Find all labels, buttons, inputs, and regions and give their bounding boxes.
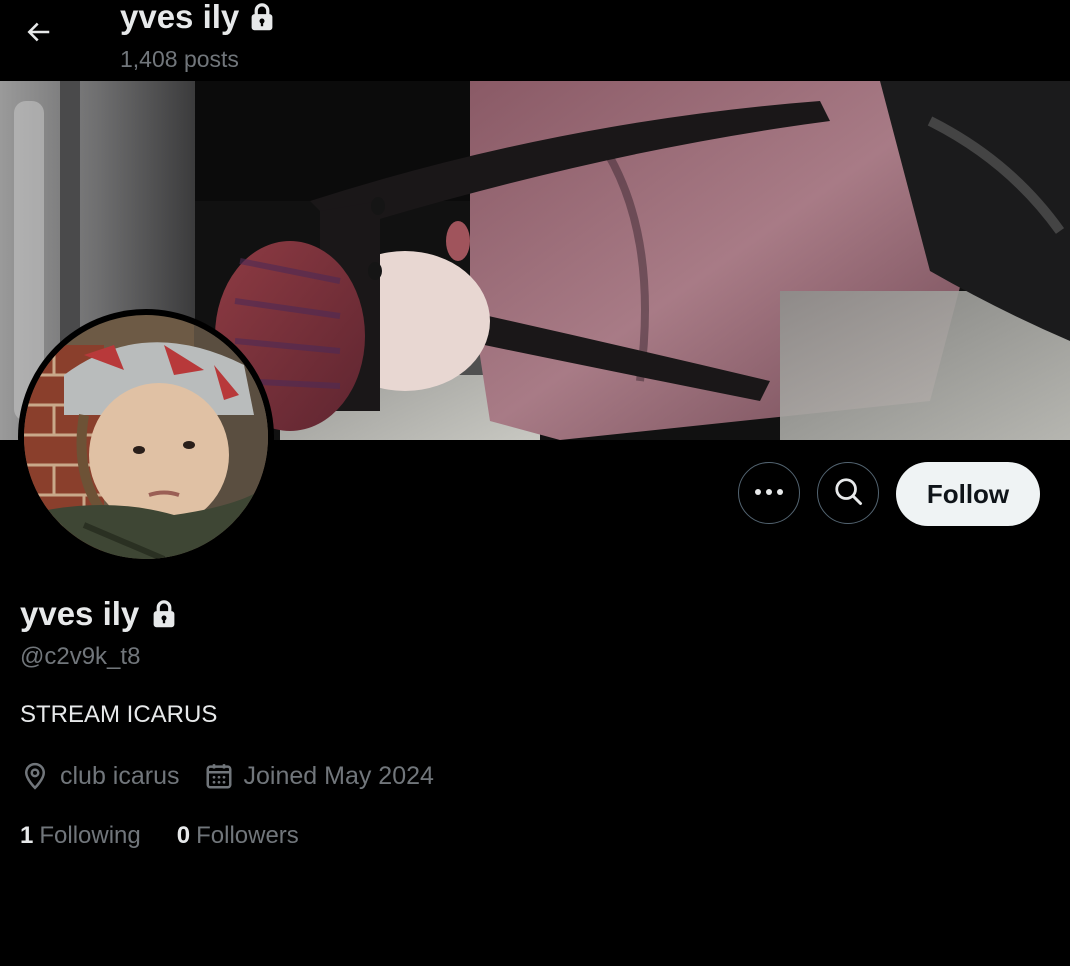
location-pin-icon xyxy=(20,761,50,791)
following-link[interactable]: 1 Following xyxy=(20,820,141,852)
header-name: yves ily xyxy=(120,0,240,35)
search-posts-button[interactable] xyxy=(817,462,879,524)
header-title: yves ily xyxy=(120,0,275,37)
follow-button[interactable]: Follow xyxy=(896,462,1040,526)
lock-icon xyxy=(151,599,177,629)
location-text: club icarus xyxy=(60,761,180,790)
followers-count: 0 xyxy=(176,822,191,849)
arrow-left-icon xyxy=(23,17,53,52)
joined-item: Joined May 2024 xyxy=(204,761,434,791)
profile-meta: club icarus Joined May 2024 xyxy=(20,759,434,793)
joined-text: Joined May 2024 xyxy=(243,761,434,790)
followers-label: Followers xyxy=(196,822,299,849)
profile-display-name: yves ily xyxy=(20,594,177,634)
following-count: 1 xyxy=(20,822,34,849)
more-options-button[interactable] xyxy=(738,462,800,524)
followers-link[interactable]: 0 Followers xyxy=(177,820,299,852)
profile-bio: STREAM ICARUS xyxy=(20,701,218,728)
more-dots-icon xyxy=(752,484,786,502)
follow-stats: 1 Following 0 Followers xyxy=(20,820,299,852)
posts-count: 1,408 posts xyxy=(120,46,239,72)
back-button[interactable] xyxy=(16,12,60,56)
lock-icon xyxy=(249,2,275,32)
location-item: club icarus xyxy=(20,761,180,791)
profile-handle: @c2v9k_t8 xyxy=(20,643,141,670)
profile-name-text: yves ily xyxy=(20,595,140,632)
calendar-icon xyxy=(204,761,234,791)
avatar[interactable] xyxy=(18,309,274,565)
top-bar: yves ily 1,408 posts xyxy=(0,0,1070,81)
search-icon xyxy=(833,476,863,511)
following-label: Following xyxy=(39,822,141,849)
